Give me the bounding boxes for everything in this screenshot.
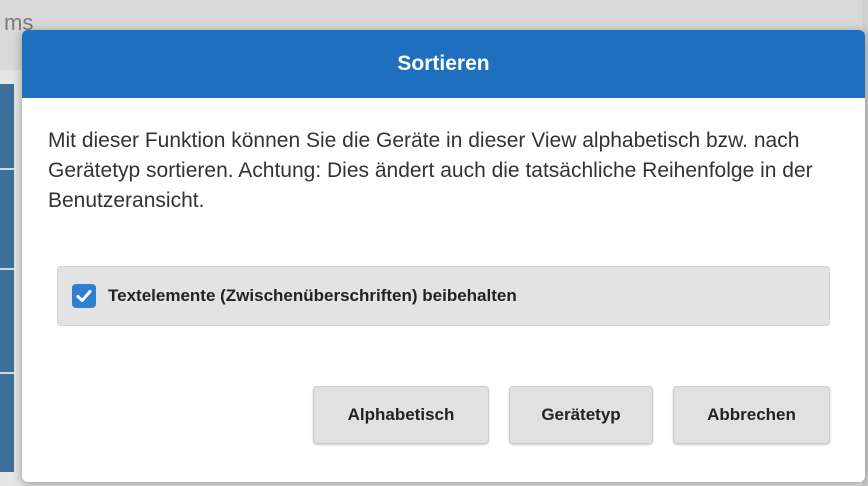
sort-device-type-button[interactable]: Gerätetyp: [509, 386, 653, 444]
dialog-title: Sortieren: [397, 52, 490, 75]
dialog-message: Mit dieser Funktion können Sie die Gerät…: [48, 129, 813, 212]
background-divider: [0, 372, 14, 374]
background-divider: [0, 268, 14, 270]
keep-text-elements-checkbox[interactable]: [72, 284, 96, 308]
sort-dialog: Sortieren Mit dieser Funktion können Sie…: [22, 30, 865, 482]
cancel-button[interactable]: Abbrechen: [673, 386, 830, 444]
dialog-header: Sortieren: [22, 30, 865, 98]
checkmark-icon: [76, 290, 92, 302]
keep-text-elements-label: Textelemente (Zwischenüberschriften) bei…: [108, 286, 517, 305]
background-sidebar: [0, 84, 14, 472]
keep-text-elements-option[interactable]: Textelemente (Zwischenüberschriften) bei…: [57, 266, 830, 326]
sort-alphabetical-button[interactable]: Alphabetisch: [313, 386, 489, 444]
background-divider: [0, 168, 14, 170]
